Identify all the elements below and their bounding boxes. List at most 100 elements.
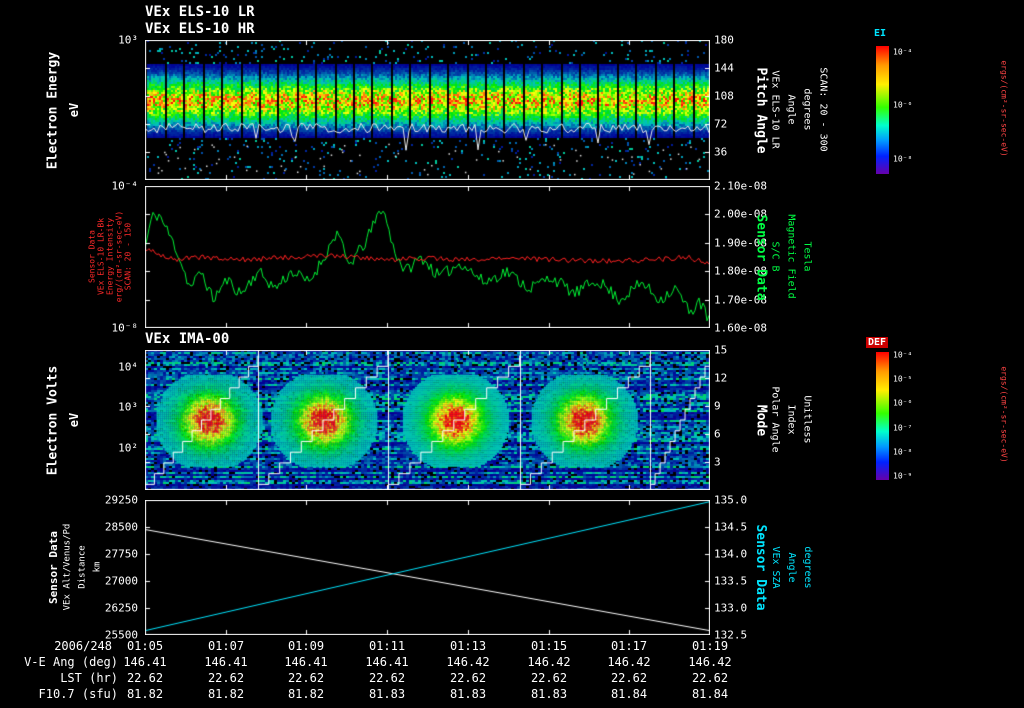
panel1-right-ticks-tick: 108: [714, 89, 734, 103]
bottom-row-value: 146.42: [446, 655, 490, 669]
bottom-row-label: V-E Ang (deg): [24, 655, 118, 669]
panel2-right-axis-label-line: Sensor Data: [753, 214, 769, 301]
ei-colorbar-ticks: 10⁻⁴ 10⁻⁶ 10⁻⁸: [893, 46, 923, 174]
panel1-left-axis-label-line: eV: [67, 102, 81, 118]
panel4-right-ticks-tick: 133.0: [714, 601, 748, 615]
bottom-row-value: 146.42: [688, 655, 732, 669]
panel1-title-line2: VEx ELS-10 HR: [145, 21, 255, 37]
panel3-right-ticks-tick: 6: [714, 427, 721, 441]
bottom-row-label: F10.7 (sfu): [38, 687, 118, 701]
bottom-row-value: 81.83: [368, 687, 406, 701]
panel1-left-ticks: 10³: [96, 34, 140, 180]
panel4-right-axis-label-line: Angle: [786, 552, 797, 583]
altitude-sza-canvas: [145, 500, 710, 635]
bottom-row-value: 81.84: [691, 687, 729, 701]
bottom-row-value: 81.82: [126, 687, 164, 701]
time-tick-label: 01:13: [449, 639, 487, 653]
time-tick-label: 01:09: [287, 639, 325, 653]
panel1-title-line1: VEx ELS-10 LR: [145, 4, 255, 20]
bottom-row-value: 146.41: [123, 655, 167, 669]
panel2-left-axis-label-line: Sensor Data: [87, 230, 97, 283]
time-tick-label: 01:19: [691, 639, 729, 653]
panel3-right-ticks-tick: 15: [714, 343, 728, 357]
bottom-annotations: 2006/248 01:05 01:07 01:09 01:11 01:13 01:15 01…: [0, 639, 1024, 705]
panel4-left-ticks-tick: 27000: [104, 574, 138, 588]
panel4-left-axis-label-line: VEx Alt/Venus/Pd: [62, 523, 73, 611]
bottom-row-value: 146.42: [607, 655, 651, 669]
panel4-left-ticks-tick: 26250: [104, 601, 138, 615]
ei-colorbar-ticks-tick: 10⁻⁸: [893, 154, 913, 164]
bottom-row-value: 22.62: [287, 671, 325, 685]
panel3-left-axis-label-line: Electron Volts: [45, 365, 61, 476]
bottom-row-value: 81.83: [530, 687, 568, 701]
panel3-left-ticks-tick: 10³: [118, 400, 138, 414]
def-colorbar-unit-label: ergs/(cm²-sr-sec-eV): [999, 366, 1009, 463]
def-colorbar: [876, 352, 889, 480]
ei-colorbar: [876, 46, 889, 174]
bottom-row-value: 81.82: [207, 687, 245, 701]
panel4-right-ticks-tick: 134.0: [714, 547, 748, 561]
bottom-row-value: 81.84: [610, 687, 648, 701]
vex-plot-screen: VEx ELS-10 LR VEx ELS-10 HR VEx IMA-00 1…: [0, 0, 1024, 708]
panel3-right-axis-label-line: Polar Angle: [769, 386, 781, 453]
bottom-row-value: 81.82: [287, 687, 325, 701]
bottom-row-value: 22.62: [610, 671, 648, 685]
bottom-row-value: 146.41: [284, 655, 328, 669]
bottom-row-value: 81.83: [449, 687, 487, 701]
panel4-left-ticks-tick: 29250: [104, 493, 138, 507]
panel4-right-axis-label-line: VEx SZA: [770, 546, 781, 589]
panel4-left-axis-label-line: Distance: [77, 545, 88, 589]
bottom-row-value: 22.62: [449, 671, 487, 685]
panel1-right-ticks-tick: 36: [714, 145, 728, 159]
panel2-left-axis-label-line: VEx ELS-10 LR-Bk: [96, 217, 106, 296]
panel3-right-ticks-tick: 12: [714, 371, 728, 385]
panel1-right-ticks-tick: 180: [714, 33, 734, 47]
els-spectrogram-canvas: [145, 40, 710, 180]
bottom-row-value: 22.62: [368, 671, 406, 685]
panel3-left-ticks-tick: 10²: [118, 441, 138, 455]
ei-colorbar-label: EI: [874, 28, 887, 39]
panel3-right-axis-label-line: Index: [785, 404, 797, 435]
panel3-left-ticks: 10⁴ 10³ 10²: [96, 350, 140, 490]
def-colorbar-ticks-tick: 10⁻⁴: [893, 350, 913, 360]
panel4-right-ticks-tick: 133.5: [714, 574, 748, 588]
intensity-bfield-canvas: [145, 186, 710, 328]
panel1-right-axis-label-line: degrees: [801, 88, 813, 131]
bottom-row-value: 146.42: [527, 655, 571, 669]
panel1-right-ticks-tick: 144: [714, 61, 734, 75]
panel4-right-axis-label-line: Sensor Data: [753, 524, 768, 611]
panel3-right-ticks-tick: 3: [714, 455, 721, 469]
bottom-row-value: 22.62: [530, 671, 568, 685]
panel1-right-axis-label-line: Angle: [785, 94, 797, 125]
bottom-row-value: 22.62: [207, 671, 245, 685]
ima-spectrogram-canvas: [145, 350, 710, 490]
panel2-right-axis-label-line: Tesla: [801, 241, 813, 272]
panel3-left-axis-label-line: eV: [67, 412, 81, 428]
panel3-right-ticks-tick: 9: [714, 399, 721, 413]
panel4-left-axis-label-line: km: [92, 561, 103, 573]
time-tick-label: 01:07: [207, 639, 245, 653]
time-tick-label: 01:17: [610, 639, 648, 653]
def-colorbar-ticks: 10⁻⁴ 10⁻⁵ 10⁻⁶ 10⁻⁷ 10⁻⁸ 10⁻⁹: [893, 350, 923, 481]
bottom-row-value: 146.41: [365, 655, 409, 669]
time-tick-label: 01:15: [530, 639, 568, 653]
bottom-row-value: 22.62: [126, 671, 164, 685]
ei-colorbar-ticks-tick: 10⁻⁶: [893, 100, 913, 110]
panel1-right-ticks-tick: 72: [714, 117, 728, 131]
bottom-row-value: 146.41: [204, 655, 248, 669]
panel2-left-axis-label-line: SCAN: 20 - 150: [123, 222, 133, 291]
panel1-right-axis-label-line: Pitch Angle: [753, 67, 769, 154]
def-colorbar-ticks-tick: 10⁻⁵: [893, 374, 913, 384]
panel4-right-ticks-tick: 134.5: [714, 520, 748, 534]
panel2-right-axis-label-line: S/C B: [769, 241, 781, 272]
date-label: 2006/248: [54, 639, 112, 653]
panel4-left-ticks-tick: 28500: [104, 520, 138, 534]
panel3-right-axis-label-line: Unitless: [801, 395, 813, 444]
def-colorbar-ticks-tick: 10⁻⁹: [893, 471, 913, 481]
time-tick-label: 01:05: [126, 639, 164, 653]
def-colorbar-label: DEF: [866, 337, 889, 348]
panel2-right-axis-label-line: Magnetic Field: [785, 214, 797, 299]
panel4-left-axis-label-line: Sensor Data: [47, 531, 60, 604]
panel3-left-ticks-tick: 10⁴: [118, 360, 138, 374]
panel2-left-axis-label-line: erg/(cm²-sr-sec-eV): [114, 210, 124, 303]
